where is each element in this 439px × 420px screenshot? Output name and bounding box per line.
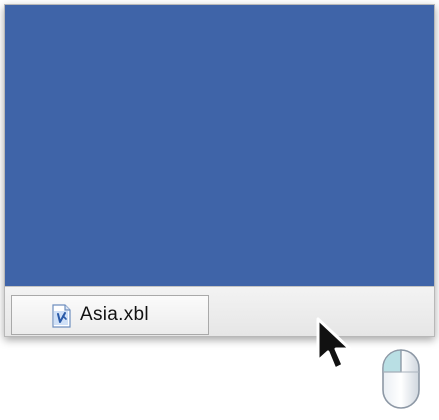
tab-bar: Asia.xbl — [5, 286, 434, 336]
xbl-file-icon — [52, 304, 71, 328]
canvas-area[interactable] — [5, 5, 434, 286]
tab-label: Asia.xbl — [80, 304, 149, 325]
mouse-left-click-icon — [382, 349, 420, 409]
app-window: Asia.xbl — [4, 4, 435, 337]
arrow-cursor-icon — [316, 317, 352, 371]
tab-asia-xbl[interactable]: Asia.xbl — [11, 295, 209, 335]
screenshot-stage: Asia.xbl — [0, 0, 439, 420]
